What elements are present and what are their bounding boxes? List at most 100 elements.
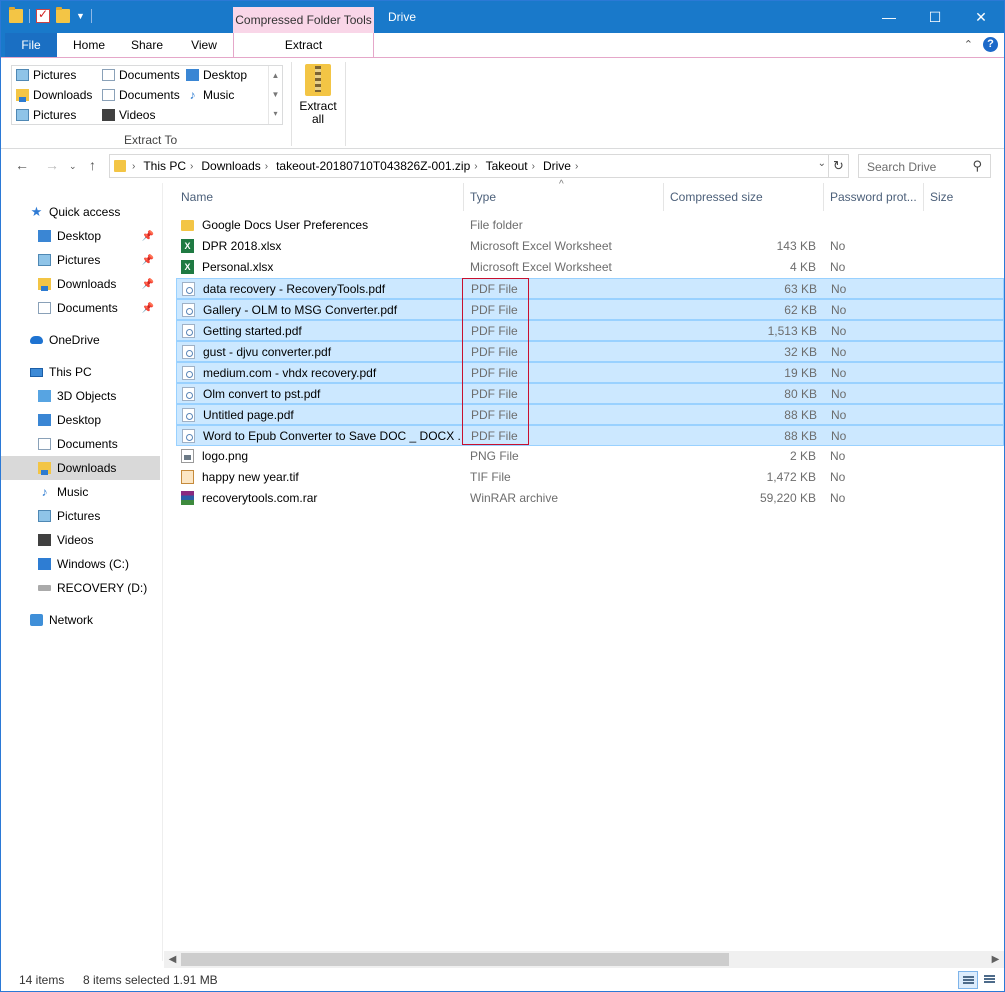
scroll-right-icon[interactable]: ▶ bbox=[987, 951, 1004, 968]
column-divider[interactable] bbox=[463, 183, 464, 211]
extract-to-pictures[interactable]: Pictures bbox=[16, 68, 76, 82]
nav-3d-objects[interactable]: 3D Objects bbox=[1, 384, 160, 408]
gallery-down-icon[interactable]: ▼ bbox=[269, 85, 282, 104]
file-row[interactable]: Getting started.pdf PDF File 1,513 KB No bbox=[176, 320, 1004, 341]
pin-icon[interactable]: 📌 bbox=[142, 231, 154, 242]
nav-desktop-pinned[interactable]: Desktop 📌 bbox=[1, 224, 160, 248]
customize-toolbar-icon[interactable]: ▼ bbox=[76, 11, 85, 21]
chevron-right-icon[interactable]: › bbox=[532, 161, 535, 172]
gallery-scrollbar[interactable]: ▲ ▼ ▾ bbox=[268, 66, 282, 124]
nav-downloads-pinned[interactable]: Downloads 📌 bbox=[1, 272, 160, 296]
file-row[interactable]: logo.png PNG File 2 KB No bbox=[176, 446, 1004, 467]
file-row[interactable]: happy new year.tif TIF File 1,472 KB No bbox=[176, 467, 1004, 488]
nav-onedrive[interactable]: OneDrive bbox=[1, 328, 160, 352]
chevron-right-icon[interactable]: › bbox=[190, 161, 193, 172]
file-row[interactable]: medium.com - vhdx recovery.pdf PDF File 19… bbox=[176, 362, 1004, 383]
properties-icon[interactable] bbox=[36, 7, 50, 23]
column-divider[interactable] bbox=[823, 183, 824, 211]
nav-downloads[interactable]: Downloads bbox=[1, 456, 160, 480]
breadcrumb-takeout[interactable]: Takeout bbox=[486, 159, 528, 173]
column-header-compressed-size[interactable]: Compressed size bbox=[670, 183, 763, 211]
collapse-ribbon-icon[interactable]: ⌃ bbox=[964, 38, 973, 51]
gallery-up-icon[interactable]: ▲ bbox=[269, 66, 282, 85]
nav-quick-access[interactable]: ★ Quick access bbox=[1, 200, 160, 224]
maximize-button[interactable]: ☐ bbox=[912, 1, 958, 33]
file-row[interactable]: gust - djvu converter.pdf PDF File 32 KB No bbox=[176, 341, 1004, 362]
file-row[interactable]: X Personal.xlsx Microsoft Excel Worksheet 4… bbox=[176, 257, 1004, 278]
extract-to-videos[interactable]: Videos bbox=[102, 108, 155, 122]
nav-documents-pinned[interactable]: Documents 📌 bbox=[1, 296, 160, 320]
scrollbar-thumb[interactable] bbox=[181, 953, 729, 966]
column-divider[interactable] bbox=[923, 183, 924, 211]
nav-pictures-pinned[interactable]: Pictures 📌 bbox=[1, 248, 160, 272]
refresh-button[interactable]: ↻ bbox=[829, 154, 849, 178]
pin-icon[interactable]: 📌 bbox=[142, 255, 154, 266]
nav-windows-c[interactable]: Windows (C:) bbox=[1, 552, 160, 576]
close-button[interactable]: ✕ bbox=[958, 1, 1004, 33]
column-header-size[interactable]: Size bbox=[930, 183, 953, 211]
help-icon[interactable]: ? bbox=[983, 37, 998, 52]
tab-extract[interactable]: Extract bbox=[233, 33, 374, 57]
chevron-right-icon[interactable]: › bbox=[474, 161, 477, 172]
chevron-right-icon[interactable]: › bbox=[132, 161, 135, 172]
back-arrow-icon[interactable]: ← bbox=[15, 157, 29, 173]
breadcrumb-drive[interactable]: Drive bbox=[543, 159, 571, 173]
chevron-right-icon[interactable]: › bbox=[265, 161, 268, 172]
file-row[interactable]: Google Docs User Preferences File folder bbox=[176, 215, 1004, 236]
pin-icon[interactable]: 📌 bbox=[142, 303, 154, 314]
extract-to-desktop[interactable]: Desktop bbox=[186, 68, 247, 82]
forward-arrow-icon[interactable]: → bbox=[45, 157, 59, 173]
column-header-type[interactable]: Type bbox=[470, 183, 496, 211]
tab-view[interactable]: View bbox=[175, 33, 233, 57]
tab-file[interactable]: File bbox=[5, 33, 57, 57]
extract-to-documents[interactable]: Documents bbox=[102, 68, 180, 82]
up-arrow-icon[interactable]: ↑ bbox=[89, 157, 96, 173]
horizontal-scrollbar[interactable]: ◀ ▶ bbox=[164, 951, 1004, 968]
nav-recovery-d[interactable]: RECOVERY (D:) bbox=[1, 576, 160, 600]
extract-to-pictures-library[interactable]: Pictures bbox=[16, 108, 76, 122]
address-dropdown-icon[interactable]: ⌄ bbox=[818, 158, 826, 169]
large-icons-view-icon[interactable] bbox=[980, 971, 1000, 989]
nav-network[interactable]: Network bbox=[1, 608, 160, 632]
breadcrumb-downloads[interactable]: Downloads bbox=[201, 159, 260, 173]
tab-share[interactable]: Share bbox=[119, 33, 175, 57]
compressed-size: 2 KB bbox=[789, 449, 816, 463]
file-row[interactable]: Word to Epub Converter to Save DOC _ DOC… bbox=[176, 425, 1004, 446]
nav-videos[interactable]: Videos bbox=[1, 528, 160, 552]
file-row[interactable]: data recovery - RecoveryTools.pdf PDF Fil… bbox=[176, 278, 1004, 299]
recent-locations-icon[interactable]: ⌄ bbox=[69, 161, 77, 172]
extract-all-button[interactable]: Extract all bbox=[297, 64, 339, 126]
search-input[interactable]: Search Drive ⚲ bbox=[858, 154, 991, 178]
nav-pictures[interactable]: Pictures bbox=[1, 504, 160, 528]
column-header-name[interactable]: Name bbox=[181, 183, 213, 211]
extract-to-music[interactable]: ♪ Music bbox=[186, 88, 235, 102]
address-bar[interactable]: › This PC › Downloads › takeout-20180710… bbox=[109, 154, 829, 178]
file-row[interactable]: Untitled page.pdf PDF File 88 KB No bbox=[176, 404, 1004, 425]
nav-music[interactable]: ♪ Music bbox=[1, 480, 160, 504]
extract-to-documents-library[interactable]: Documents bbox=[102, 88, 180, 102]
scroll-left-icon[interactable]: ◀ bbox=[164, 951, 181, 968]
column-divider[interactable] bbox=[663, 183, 664, 211]
nav-this-pc[interactable]: This PC bbox=[1, 360, 160, 384]
new-folder-icon[interactable] bbox=[56, 7, 70, 23]
details-view-icon[interactable] bbox=[958, 971, 978, 989]
chevron-right-icon[interactable]: › bbox=[575, 161, 578, 172]
gallery-expand-icon[interactable]: ▾ bbox=[269, 104, 282, 123]
tif-file-icon bbox=[181, 470, 194, 484]
nav-desktop[interactable]: Desktop bbox=[1, 408, 160, 432]
nav-documents[interactable]: Documents bbox=[1, 432, 160, 456]
file-row[interactable]: Gallery - OLM to MSG Converter.pdf PDF Fi… bbox=[176, 299, 1004, 320]
extract-to-downloads[interactable]: Downloads bbox=[16, 88, 92, 102]
breadcrumb-this-pc[interactable]: This PC bbox=[143, 159, 186, 173]
file-name: Word to Epub Converter to Save DOC _ DOC… bbox=[203, 429, 461, 443]
extract-all-label: Extract all bbox=[299, 99, 337, 126]
minimize-button[interactable]: — bbox=[866, 1, 912, 33]
file-row[interactable]: recoverytools.com.rar WinRAR archive 59,22… bbox=[176, 488, 1004, 509]
pin-icon[interactable]: 📌 bbox=[142, 279, 154, 290]
tab-home[interactable]: Home bbox=[59, 33, 119, 57]
column-header-password-protected[interactable]: Password prot... bbox=[830, 183, 917, 211]
file-row[interactable]: X DPR 2018.xlsx Microsoft Excel Worksheet 1… bbox=[176, 236, 1004, 257]
file-name: Gallery - OLM to MSG Converter.pdf bbox=[203, 303, 398, 317]
breadcrumb-zip[interactable]: takeout-20180710T043826Z-001.zip bbox=[276, 159, 470, 173]
file-row[interactable]: Olm convert to pst.pdf PDF File 80 KB No bbox=[176, 383, 1004, 404]
